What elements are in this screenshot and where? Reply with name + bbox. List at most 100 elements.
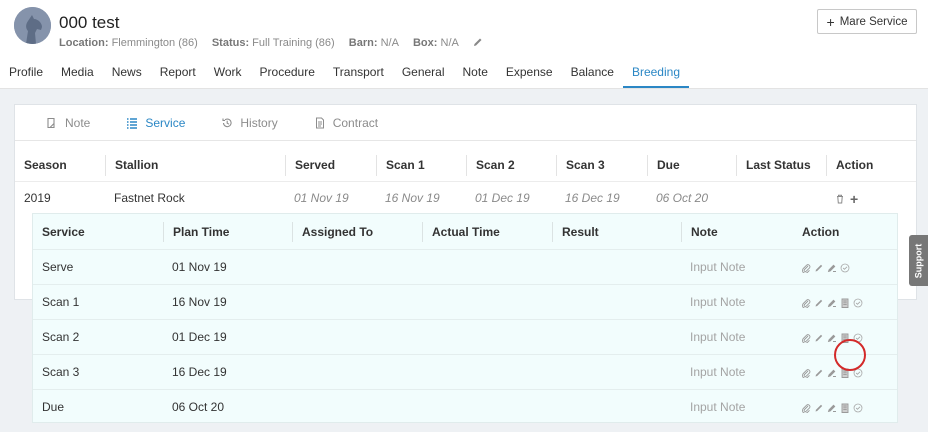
nav-tab-balance[interactable]: Balance — [562, 60, 623, 88]
service-note-cell[interactable]: Input Note — [681, 250, 745, 285]
season-header-due: Due — [647, 155, 680, 176]
document-icon[interactable] — [840, 368, 850, 378]
check-circle-icon[interactable] — [853, 333, 863, 343]
mare-service-button[interactable]: + Mare Service — [817, 9, 917, 34]
edit-note-icon[interactable] — [827, 298, 837, 308]
check-circle-icon[interactable] — [853, 368, 863, 378]
nav-tab-media[interactable]: Media — [52, 60, 103, 88]
edit-note-icon[interactable] — [827, 263, 837, 273]
horse-avatar — [14, 7, 51, 44]
paperclip-icon[interactable] — [801, 263, 811, 273]
breeding-subtabs: Note Service History Contract — [15, 105, 916, 141]
service-row-actions — [801, 285, 863, 320]
subtab-label: Note — [65, 115, 91, 130]
paperclip-icon[interactable] — [801, 368, 811, 378]
service-plan-time-cell: 01 Dec 19 — [172, 330, 227, 344]
pencil-icon[interactable] — [814, 403, 824, 413]
location-label: Location: — [59, 37, 109, 49]
service-actual-time-cell — [422, 285, 431, 320]
paperclip-icon[interactable] — [801, 298, 811, 308]
season-row[interactable]: 2019 Fastnet Rock 01 Nov 19 16 Nov 19 01… — [15, 182, 916, 215]
service-note-cell[interactable]: Input Note — [681, 320, 745, 355]
horse-head-icon — [14, 7, 51, 44]
box-value: N/A — [440, 37, 459, 49]
service-note-cell[interactable]: Input Note — [681, 285, 745, 320]
list-icon — [127, 117, 138, 129]
edit-pencil-icon[interactable] — [473, 37, 483, 47]
barn-value: N/A — [380, 37, 399, 49]
edit-note-icon[interactable] — [827, 333, 837, 343]
last-status-cell — [736, 182, 745, 215]
season-header-scan-3: Scan 3 — [556, 155, 605, 176]
nav-tab-profile[interactable]: Profile — [0, 60, 52, 88]
paperclip-icon[interactable] — [801, 403, 811, 413]
service-row-scan-1[interactable]: Scan 1 16 Nov 19 Input Note — [33, 285, 897, 320]
subtab-label: Contract — [332, 115, 379, 130]
pencil-icon[interactable] — [814, 333, 824, 343]
check-circle-icon[interactable] — [853, 298, 863, 308]
service-row-actions — [801, 355, 863, 390]
service-service-cell: Scan 3 — [42, 365, 80, 379]
served-cell: 01 Nov 19 — [294, 191, 349, 205]
scan2-cell: 01 Dec 19 — [475, 191, 530, 205]
edit-note-icon[interactable] — [827, 368, 837, 378]
document-icon[interactable] — [840, 333, 850, 343]
due-cell: 06 Oct 20 — [656, 191, 709, 205]
nav-tab-transport[interactable]: Transport — [324, 60, 393, 88]
subtab-service[interactable]: Service — [108, 105, 203, 140]
history-icon — [222, 118, 232, 127]
subtab-history[interactable]: History — [203, 105, 295, 140]
box-label: Box: — [412, 37, 438, 49]
scan3-cell: 16 Dec 19 — [565, 191, 620, 205]
subtab-contract[interactable]: Contract — [296, 105, 396, 140]
service-result-cell — [552, 250, 561, 285]
nav-tab-report[interactable]: Report — [151, 60, 205, 88]
check-circle-icon[interactable] — [853, 403, 863, 413]
season-header-season: Season — [24, 158, 67, 172]
service-plan-time-cell: 16 Nov 19 — [172, 295, 227, 309]
document-icon[interactable] — [840, 403, 850, 413]
status-value: Full Training (86) — [252, 37, 335, 49]
service-plan-time-cell: 01 Nov 19 — [172, 260, 227, 274]
nav-tab-work[interactable]: Work — [205, 60, 251, 88]
edit-note-icon[interactable] — [827, 403, 837, 413]
service-header-note: Note — [681, 222, 718, 242]
season-header-scan-2: Scan 2 — [466, 155, 515, 176]
pencil-icon[interactable] — [814, 368, 824, 378]
horse-name: 000 test — [59, 13, 120, 32]
service-note-cell[interactable]: Input Note — [681, 355, 745, 390]
check-circle-icon[interactable] — [840, 263, 850, 273]
service-row-scan-3[interactable]: Scan 3 16 Dec 19 Input Note — [33, 355, 897, 390]
add-service-icon[interactable]: + — [850, 192, 858, 206]
paperclip-icon[interactable] — [801, 333, 811, 343]
service-row-actions — [801, 390, 863, 425]
nav-tab-news[interactable]: News — [103, 60, 151, 88]
pencil-icon[interactable] — [814, 298, 824, 308]
stallion-cell: Fastnet Rock — [114, 191, 185, 205]
document-icon[interactable] — [840, 298, 850, 308]
service-assigned-to-cell — [292, 250, 301, 285]
nav-tab-note[interactable]: Note — [454, 60, 497, 88]
season-header-action: Action — [826, 155, 873, 176]
nav-tab-general[interactable]: General — [393, 60, 454, 88]
nav-tab-procedure[interactable]: Procedure — [251, 60, 324, 88]
subtab-label: Service — [145, 115, 186, 130]
service-assigned-to-cell — [292, 355, 301, 390]
season-header-served: Served — [285, 155, 335, 176]
service-note-cell[interactable]: Input Note — [681, 390, 745, 425]
season-cell: 2019 — [24, 191, 51, 205]
support-tab[interactable]: Support — [909, 235, 928, 286]
season-header-scan-1: Scan 1 — [376, 155, 425, 176]
trash-icon[interactable] — [835, 194, 845, 204]
horse-meta: Location: Flemmington (86) Status: Full … — [59, 37, 483, 49]
pencil-icon[interactable] — [814, 263, 824, 273]
nav-tab-expense[interactable]: Expense — [497, 60, 562, 88]
service-header-result: Result — [552, 222, 599, 242]
nav-tab-breeding[interactable]: Breeding — [622, 60, 689, 88]
service-row-due[interactable]: Due 06 Oct 20 Input Note — [33, 390, 897, 425]
service-row-scan-2[interactable]: Scan 2 01 Dec 19 Input Note — [33, 320, 897, 355]
service-result-cell — [552, 285, 561, 320]
subtab-note[interactable]: Note — [15, 105, 108, 140]
service-row-serve[interactable]: Serve 01 Nov 19 Input Note — [33, 250, 897, 285]
note-icon — [47, 117, 55, 128]
